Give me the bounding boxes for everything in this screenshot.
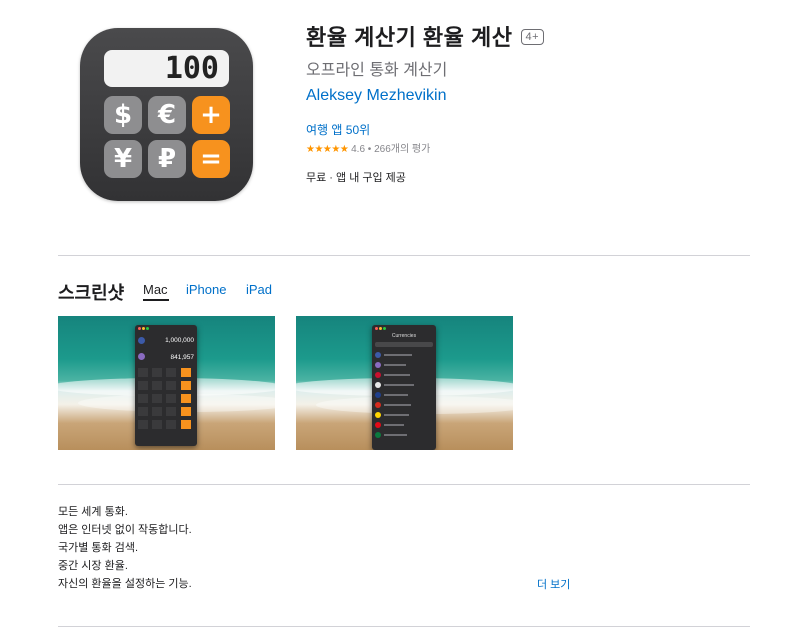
flag-icon xyxy=(375,362,381,368)
equals-key-icon: = xyxy=(192,140,230,178)
app-description: 모든 세계 통화. 앱은 인터넷 없이 작동합니다. 국가별 통화 검색. 중간… xyxy=(58,503,192,593)
currencies-window: Currencies xyxy=(372,325,436,450)
tab-ipad[interactable]: iPad xyxy=(246,282,272,297)
flag-icon xyxy=(375,422,381,428)
developer-link[interactable]: Aleksey Mezhevikin xyxy=(306,87,447,105)
flag-icon xyxy=(375,402,381,408)
currency-row-line xyxy=(384,394,408,396)
rating-stars-icon: ★★★★★ xyxy=(306,144,349,155)
currency-row-line xyxy=(384,354,412,356)
calc-key xyxy=(166,420,176,429)
calc-operator-key xyxy=(181,407,191,416)
calc-key xyxy=(152,368,162,377)
calc-key xyxy=(166,407,176,416)
calc-key xyxy=(152,394,162,403)
zoom-dot-icon xyxy=(146,327,149,330)
calc-key xyxy=(138,407,148,416)
flag-icon xyxy=(375,432,381,438)
tab-iphone[interactable]: iPhone xyxy=(186,282,226,297)
divider xyxy=(58,626,750,627)
calc-operator-key xyxy=(181,394,191,403)
flag-icon xyxy=(375,352,381,358)
calc-operator-key xyxy=(181,420,191,429)
flag-icon xyxy=(375,412,381,418)
calculator-window: 1,000,000 841,957 xyxy=(135,325,197,446)
euro-key-icon: € xyxy=(148,96,186,134)
currency-row-line xyxy=(384,434,407,436)
calc-operator-key xyxy=(181,368,191,377)
currency-row-line xyxy=(384,424,404,426)
divider xyxy=(58,484,750,485)
description-line: 중간 시장 환율. xyxy=(58,560,128,572)
description-line: 자신의 환율을 설정하는 기능. xyxy=(58,578,192,590)
active-tab-indicator xyxy=(143,299,169,301)
description-line: 앱은 인터넷 없이 작동합니다. xyxy=(58,524,192,536)
app-icon: 100 $ € + ¥ ₽ = xyxy=(80,28,253,201)
screenshots-title: 스크린샷 xyxy=(58,283,125,303)
screenshot-2[interactable]: Currencies xyxy=(296,316,513,450)
calculator-display: 100 xyxy=(104,50,229,87)
amount-top: 1,000,000 xyxy=(165,337,194,344)
calc-key xyxy=(166,394,176,403)
calc-key xyxy=(138,381,148,390)
minimize-dot-icon xyxy=(379,327,382,330)
currency-row-line xyxy=(384,414,409,416)
description-line: 모든 세계 통화. xyxy=(58,506,128,518)
currency-row-line xyxy=(384,404,411,406)
calc-key xyxy=(152,381,162,390)
calc-key xyxy=(166,368,176,377)
calc-key xyxy=(152,407,162,416)
currency-row-line xyxy=(384,384,414,386)
calc-key xyxy=(138,420,148,429)
ruble-key-icon: ₽ xyxy=(148,140,186,178)
calc-key xyxy=(138,394,148,403)
calc-key xyxy=(138,368,148,377)
calc-key xyxy=(166,381,176,390)
amount-bottom: 841,957 xyxy=(170,354,195,361)
tab-mac[interactable]: Mac xyxy=(143,282,168,297)
age-rating-badge: 4+ xyxy=(520,29,545,46)
divider xyxy=(58,255,750,256)
dollar-key-icon: $ xyxy=(104,96,142,134)
plus-key-icon: + xyxy=(192,96,230,134)
more-link[interactable]: 더 보기 xyxy=(537,576,570,592)
app-title-text: 환율 계산기 환율 계산 xyxy=(306,25,513,50)
rating-text: 4.6 • 266개의 평가 xyxy=(351,144,431,155)
currency-row-line xyxy=(384,374,410,376)
currencies-header: Currencies xyxy=(391,333,417,339)
category-rank-link[interactable]: 여행 앱 50위 xyxy=(306,121,370,138)
minimize-dot-icon xyxy=(142,327,145,330)
rating-row: ★★★★★ 4.6 • 266개의 평가 xyxy=(306,140,430,155)
zoom-dot-icon xyxy=(383,327,386,330)
close-dot-icon xyxy=(375,327,378,330)
yen-key-icon: ¥ xyxy=(104,140,142,178)
close-dot-icon xyxy=(138,327,141,330)
price-info: 무료 · 앱 내 구입 제공 xyxy=(306,172,406,184)
currency-row-line xyxy=(384,364,406,366)
app-subtitle: 오프라인 통화 계산기 xyxy=(306,62,448,79)
currency-search-field xyxy=(375,342,433,347)
screenshot-1[interactable]: 1,000,000 841,957 xyxy=(58,316,275,450)
calc-key xyxy=(152,420,162,429)
flag-icon xyxy=(138,337,145,344)
flag-icon xyxy=(375,382,381,388)
app-title: 환율 계산기 환율 계산 4+ xyxy=(306,20,545,52)
description-line: 국가별 통화 검색. xyxy=(58,542,139,554)
flag-icon xyxy=(138,353,145,360)
flag-icon xyxy=(375,392,381,398)
calc-operator-key xyxy=(181,381,191,390)
flag-icon xyxy=(375,372,381,378)
